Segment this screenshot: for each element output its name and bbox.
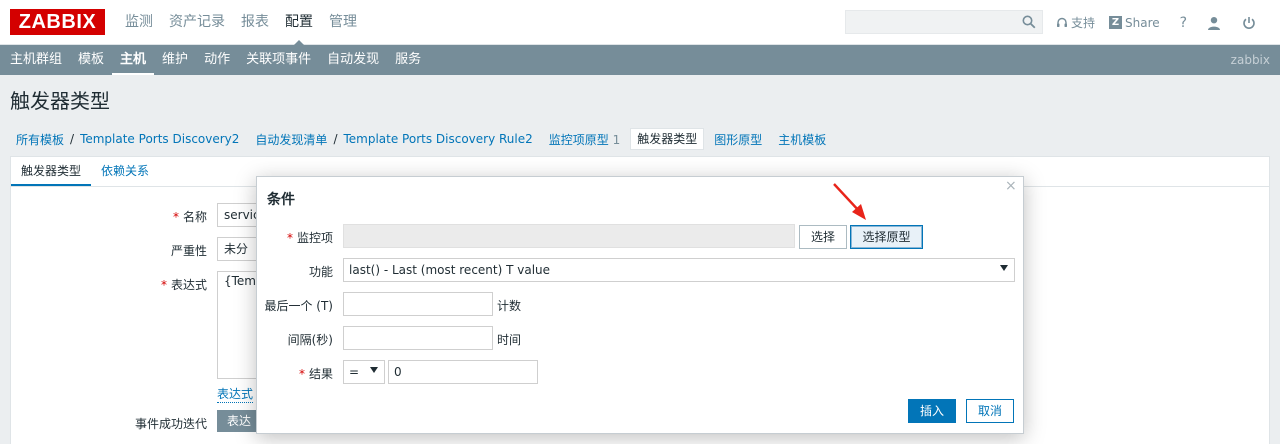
interval-label: 间隔(秒) [287, 333, 333, 347]
severity-label: 严重性 [170, 244, 207, 258]
item-label: * 监控项 [286, 231, 333, 245]
breadcrumb-all-templates[interactable]: 所有模板 [10, 131, 70, 148]
submenu-maintenance[interactable]: 维护 [154, 45, 196, 75]
breadcrumb-discovery-rule[interactable]: Template Ports Discovery Rule2 [337, 132, 538, 146]
user-icon [1208, 16, 1221, 30]
breadcrumb-trigger-prototypes[interactable]: 触发器类型 [630, 128, 705, 150]
function-select[interactable]: last() - Last (most recent) T value [343, 258, 1015, 282]
help-link[interactable]: ? [1180, 15, 1187, 31]
breadcrumb-host-templates[interactable]: 主机模板 [772, 131, 832, 148]
top-links: 支持 Z Share ? [1056, 0, 1259, 45]
help-icon: ? [1179, 14, 1188, 31]
breadcrumb-template[interactable]: Template Ports Discovery2 [74, 132, 245, 146]
support-label: 支持 [1071, 16, 1096, 30]
tab-dependencies[interactable]: 依赖关系 [91, 157, 159, 186]
headset-icon [1057, 17, 1067, 27]
menu-monitoring[interactable]: 监测 [117, 0, 161, 45]
annotation-arrow-icon [833, 183, 866, 220]
submenu-host-groups[interactable]: 主机群组 [2, 45, 70, 75]
share-link[interactable]: Z Share [1109, 16, 1160, 30]
profile-link[interactable] [1207, 16, 1224, 30]
function-value: last() - Last (most recent) T value [349, 263, 551, 277]
power-icon [1243, 16, 1255, 29]
item-prototypes-label: 监控项原型 [548, 132, 609, 147]
function-label: 功能 [308, 265, 333, 279]
close-icon[interactable]: × [1005, 179, 1017, 193]
item-field[interactable] [343, 224, 795, 248]
breadcrumb: 所有模板 / Template Ports Discovery2 自动发现清单 … [10, 128, 832, 150]
dialog-title: 条件 [267, 192, 295, 208]
share-icon: Z [1109, 16, 1123, 29]
cancel-button[interactable]: 取消 [966, 399, 1014, 423]
name-label: * 名称 [172, 210, 207, 224]
ok-event-expression-button[interactable]: 表达 [217, 410, 262, 432]
item-prototypes-count: 1 [612, 132, 621, 147]
chevron-down-icon [370, 367, 378, 373]
chevron-down-icon [1000, 265, 1008, 271]
last-count-input[interactable] [343, 292, 493, 316]
submenu-services[interactable]: 服务 [387, 45, 429, 75]
server-name: zabbix [1230, 53, 1270, 67]
page-title: 触发器类型 [10, 89, 110, 113]
zabbix-logo[interactable]: ZABBIX [10, 9, 105, 35]
submenu-hosts[interactable]: 主机 [112, 45, 155, 75]
interval-input[interactable] [343, 326, 493, 350]
search-input[interactable] [845, 10, 1043, 34]
tab-trigger-prototype[interactable]: 触发器类型 [11, 157, 92, 186]
result-operator-select[interactable]: = [343, 360, 385, 384]
last-label: 最后一个 (T) [264, 299, 333, 313]
result-operator-value: = [349, 365, 360, 379]
breadcrumb-graph-prototypes[interactable]: 图形原型 [708, 131, 768, 148]
menu-administration[interactable]: 管理 [321, 0, 365, 45]
submenu-templates[interactable]: 模板 [70, 45, 112, 75]
menu-reports[interactable]: 报表 [233, 0, 277, 45]
condition-dialog: 条件 × * 监控项 选择 选择原型 功能 last() - Last (most… [256, 176, 1024, 434]
submenu-discovery[interactable]: 自动发现 [319, 45, 387, 75]
submenu-correlation[interactable]: 关联项事件 [238, 45, 319, 75]
result-value-input[interactable]: 0 [388, 360, 538, 384]
breadcrumb-discovery-list[interactable]: 自动发现清单 [249, 131, 333, 148]
main-menu: 监测 资产记录 报表 配置 管理 [117, 0, 365, 46]
expression-label: * 表达式 [160, 278, 207, 292]
select-button[interactable]: 选择 [799, 225, 847, 249]
result-label: * 结果 [298, 367, 333, 381]
expression-constructor-link[interactable]: 表达式 [217, 385, 254, 403]
sub-menu-bar: 主机群组 模板 主机 维护 动作 关联项事件 自动发现 服务 zabbix [0, 45, 1280, 75]
logout-link[interactable] [1242, 16, 1259, 30]
interval-unit: 时间 [497, 333, 522, 347]
select-prototype-button[interactable]: 选择原型 [850, 225, 923, 249]
breadcrumb-item-prototypes[interactable]: 监控项原型 1 [543, 131, 626, 148]
share-label: Share [1125, 15, 1160, 30]
search-icon[interactable] [1022, 15, 1036, 29]
top-bar: ZABBIX 监测 资产记录 报表 配置 管理 支持 Z Share ? [0, 0, 1280, 46]
support-link[interactable]: 支持 [1056, 14, 1095, 31]
menu-configuration[interactable]: 配置 [277, 0, 321, 46]
sub-menu: 主机群组 模板 主机 维护 动作 关联项事件 自动发现 服务 [2, 45, 429, 75]
last-count-unit: 计数 [497, 299, 522, 313]
insert-button[interactable]: 插入 [908, 399, 956, 423]
ok-event-label: 事件成功迭代 [134, 417, 207, 431]
submenu-actions[interactable]: 动作 [196, 45, 238, 75]
menu-inventory[interactable]: 资产记录 [161, 0, 233, 45]
